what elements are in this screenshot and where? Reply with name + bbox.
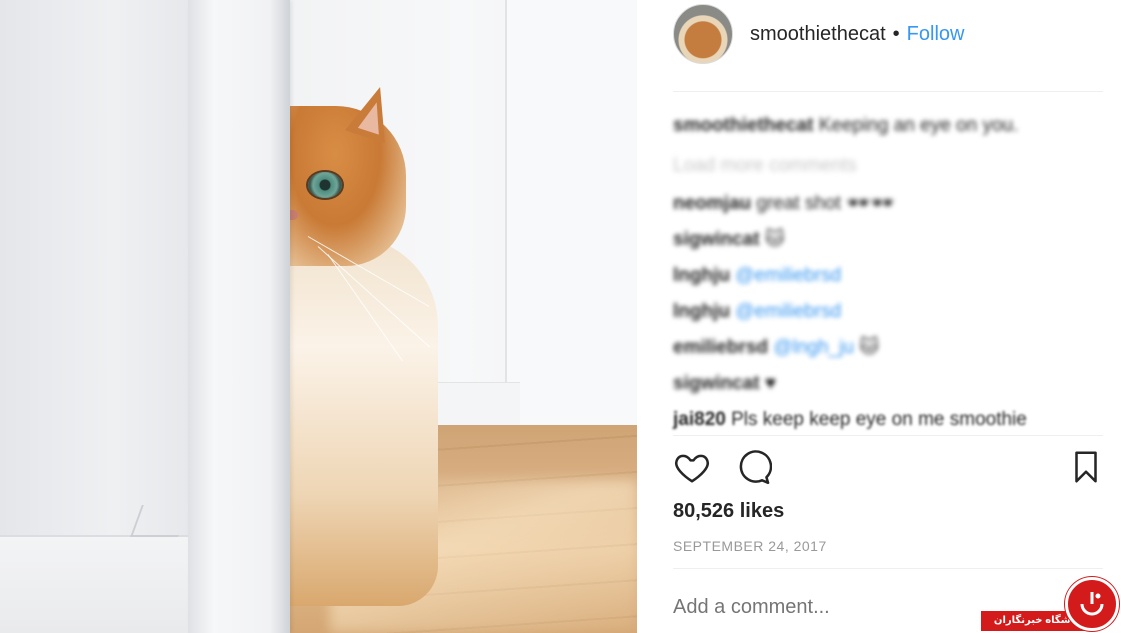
cat-figure bbox=[288, 80, 478, 606]
comment-username[interactable]: emiliebrsd bbox=[673, 337, 768, 358]
list-item: sigwincat ♥ bbox=[673, 370, 1103, 406]
caption: smoothiethecat Keeping an eye on you. bbox=[673, 112, 1103, 152]
likes-count[interactable]: 80,526 likes bbox=[673, 500, 784, 523]
comment-username[interactable]: lnghju bbox=[673, 301, 730, 322]
list-item: jai820 Pls keep keep eye on me smoothie bbox=[673, 406, 1103, 442]
header-separator-dot: • bbox=[892, 22, 900, 45]
comment-text: 🐱 bbox=[859, 337, 879, 358]
load-more-comments-button[interactable]: Load more comments bbox=[673, 152, 1103, 190]
comment-username[interactable]: sigwincat bbox=[673, 373, 760, 394]
photo-door bbox=[505, 0, 637, 425]
list-item: emiliebrsd @lngh_ju 🐱 bbox=[673, 334, 1103, 370]
actions-divider bbox=[673, 435, 1103, 436]
post-actions bbox=[673, 448, 1103, 488]
post-header: smoothiethecat • Follow bbox=[673, 4, 964, 64]
comment-username[interactable]: jai820 bbox=[673, 409, 726, 430]
comment-text: ♥ bbox=[764, 373, 777, 394]
comment-text: Pls keep keep eye on me smoothie bbox=[731, 409, 1027, 430]
list-item: sigwincat 🐱 bbox=[673, 226, 1103, 262]
comment-mention-link[interactable]: @lngh_ju bbox=[773, 337, 854, 358]
caption-text: Keeping an eye on you. bbox=[818, 115, 1019, 136]
photo-door-frame bbox=[188, 0, 290, 633]
comment-username[interactable]: lnghju bbox=[673, 265, 730, 286]
post-photo[interactable] bbox=[0, 0, 637, 633]
caption-username[interactable]: smoothiethecat bbox=[673, 115, 813, 136]
bookmark-icon[interactable] bbox=[1067, 448, 1105, 491]
list-item: lnghju @emiliebrsd bbox=[673, 262, 1103, 298]
speech-bubble-icon[interactable] bbox=[734, 448, 773, 491]
comment-mention-link[interactable]: @emiliebrsd bbox=[735, 265, 841, 286]
comment-username[interactable]: sigwincat bbox=[673, 229, 760, 250]
add-comment-input[interactable] bbox=[673, 596, 993, 619]
avatar[interactable] bbox=[673, 4, 733, 64]
post-date[interactable]: SEPTEMBER 24, 2017 bbox=[673, 538, 827, 554]
comments-list: smoothiethecat Keeping an eye on you. Lo… bbox=[673, 112, 1103, 442]
watermark-logo-icon bbox=[1065, 577, 1119, 631]
follow-button[interactable]: Follow bbox=[907, 23, 965, 46]
header-divider bbox=[673, 91, 1103, 92]
heart-icon[interactable] bbox=[673, 448, 711, 491]
comment-username[interactable]: neomjau bbox=[673, 193, 751, 214]
list-item: lnghju @emiliebrsd bbox=[673, 298, 1103, 334]
comment-text: great shot 🕶🕶 bbox=[756, 193, 895, 214]
cat-body bbox=[288, 236, 438, 606]
comment-text: 🐱 bbox=[764, 229, 785, 250]
comment-mention-link[interactable]: @emiliebrsd bbox=[735, 301, 841, 322]
instagram-post: smoothiethecat • Follow smoothiethecat K… bbox=[0, 0, 1121, 633]
comment-box-divider bbox=[673, 568, 1103, 569]
header-username[interactable]: smoothiethecat bbox=[750, 23, 886, 46]
photo-baseboard bbox=[0, 535, 190, 633]
watermark: باشگاه خبرنگاران bbox=[981, 573, 1121, 633]
cat-eye bbox=[308, 172, 342, 198]
post-side-panel: smoothiethecat • Follow smoothiethecat K… bbox=[637, 0, 1121, 633]
list-item: neomjau great shot 🕶🕶 bbox=[673, 190, 1103, 226]
